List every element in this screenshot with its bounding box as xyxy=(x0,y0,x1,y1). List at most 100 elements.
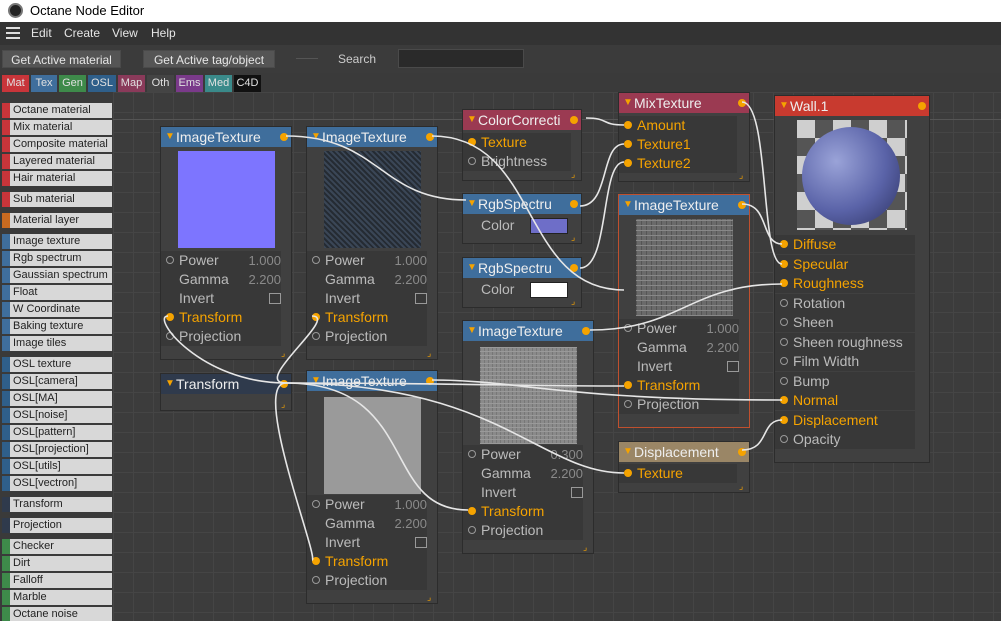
output-pin-icon[interactable] xyxy=(280,380,288,388)
color-swatch[interactable] xyxy=(530,218,568,234)
output-pin-icon[interactable] xyxy=(570,264,578,272)
resize-handle-icon[interactable]: ⌟ xyxy=(571,297,579,306)
sidebar-item-osl-vectron[interactable]: OSL[vectron] xyxy=(2,476,112,491)
node-rgb-spectrum-2[interactable]: ▼ RgbSpectru Color ⌟ xyxy=(462,257,582,308)
invert-checkbox[interactable] xyxy=(415,293,427,304)
projection-pin[interactable]: Projection xyxy=(307,327,427,346)
tab-med[interactable]: Med xyxy=(205,75,232,92)
tab-map[interactable]: Map xyxy=(118,75,145,92)
node-header[interactable]: ▼ ImageTexture xyxy=(307,371,437,391)
node-header[interactable]: ▼ Wall.1 xyxy=(775,96,929,116)
tab-gen[interactable]: Gen xyxy=(59,75,86,92)
collapse-triangle-icon[interactable]: ▼ xyxy=(165,374,175,394)
output-pin-icon[interactable] xyxy=(570,200,578,208)
sidebar-item-dirt[interactable]: Dirt xyxy=(2,556,112,571)
power-value[interactable]: 1.000 xyxy=(394,251,427,270)
collapse-triangle-icon[interactable]: ▼ xyxy=(467,110,477,130)
node-mix-texture[interactable]: ▼ MixTexture Amount Texture1 Texture2 ⌟ xyxy=(618,92,750,182)
sidebar-item-sub-material[interactable]: Sub material xyxy=(2,192,112,207)
collapse-triangle-icon[interactable]: ▼ xyxy=(467,194,477,214)
search-input[interactable] xyxy=(398,49,524,68)
collapse-triangle-icon[interactable]: ▼ xyxy=(165,127,175,147)
transform-pin[interactable]: Transform xyxy=(619,376,739,395)
sidebar-item-osl-projection[interactable]: OSL[projection] xyxy=(2,442,112,457)
menu-help[interactable]: Help xyxy=(151,26,176,40)
invert-checkbox[interactable] xyxy=(727,361,739,372)
sidebar-item-osl-utils[interactable]: OSL[utils] xyxy=(2,459,112,474)
power-pin[interactable]: Power 1.000 xyxy=(307,495,427,514)
sidebar-item-osl-noise[interactable]: OSL[noise] xyxy=(2,408,112,423)
gamma-pin[interactable]: Gamma 2.200 xyxy=(307,270,427,289)
sidebar-item-osl-ma[interactable]: OSL[MA] xyxy=(2,391,112,406)
node-header[interactable]: ▼ RgbSpectru xyxy=(463,194,581,214)
resize-handle-icon[interactable]: ⌟ xyxy=(583,543,591,552)
power-value[interactable]: 1.000 xyxy=(394,495,427,514)
node-transform[interactable]: ▼ Transform ⌟ xyxy=(160,373,292,411)
resize-handle-icon[interactable]: ⌟ xyxy=(281,349,289,358)
gamma-value[interactable]: 2.200 xyxy=(394,514,427,533)
sidebar-item-transform[interactable]: Transform xyxy=(2,497,112,512)
sidebar-item-float[interactable]: Float xyxy=(2,285,112,300)
material-pin-normal[interactable]: Normal xyxy=(775,391,915,410)
texture-pin[interactable]: Texture xyxy=(463,133,571,152)
gamma-pin[interactable]: Gamma 2.200 xyxy=(307,514,427,533)
invert-checkbox[interactable] xyxy=(571,487,583,498)
gamma-value[interactable]: 2.200 xyxy=(394,270,427,289)
material-pin-roughness[interactable]: Roughness xyxy=(775,274,915,293)
sidebar-item-falloff[interactable]: Falloff xyxy=(2,573,112,588)
menu-view[interactable]: View xyxy=(112,26,138,40)
material-pin-bump[interactable]: Bump xyxy=(775,371,915,391)
sidebar-item-osl-pattern[interactable]: OSL[pattern] xyxy=(2,425,112,440)
resize-handle-icon[interactable]: ⌟ xyxy=(427,349,435,358)
power-pin[interactable]: Power 0.300 xyxy=(463,445,583,464)
material-pin-rotation[interactable]: Rotation xyxy=(775,293,915,313)
sidebar-item-mix-material[interactable]: Mix material xyxy=(2,120,112,135)
sidebar-item-octane-material[interactable]: Octane material xyxy=(2,103,112,118)
texture1-pin[interactable]: Texture1 xyxy=(619,135,737,154)
node-header[interactable]: ▼ ImageTexture xyxy=(307,127,437,147)
resize-handle-icon[interactable]: ⌟ xyxy=(571,233,579,242)
output-pin-icon[interactable] xyxy=(426,133,434,141)
tab-c4d[interactable]: C4D xyxy=(234,75,261,92)
gamma-value[interactable]: 2.200 xyxy=(248,270,281,289)
amount-pin[interactable]: Amount xyxy=(619,116,737,135)
projection-pin[interactable]: Projection xyxy=(307,571,427,590)
node-header[interactable]: ▼ Displacement xyxy=(619,442,749,462)
texture-pin[interactable]: Texture xyxy=(619,464,737,483)
brightness-pin[interactable]: Brightness xyxy=(463,152,571,171)
invert-pin[interactable]: Invert xyxy=(307,289,427,308)
material-pin-displacement[interactable]: Displacement xyxy=(775,410,915,430)
tab-mat[interactable]: Mat xyxy=(2,75,29,92)
tab-tex[interactable]: Tex xyxy=(31,75,57,92)
node-material-wall[interactable]: ▼ Wall.1 Diffuse Specular Roughness Rotation… xyxy=(774,95,930,463)
collapse-triangle-icon[interactable]: ▼ xyxy=(623,442,633,462)
collapse-triangle-icon[interactable]: ▼ xyxy=(779,96,789,116)
transform-pin[interactable]: Transform xyxy=(307,308,427,327)
invert-pin[interactable]: Invert xyxy=(161,289,281,308)
sidebar-item-composite-material[interactable]: Composite material xyxy=(2,137,112,152)
invert-pin[interactable]: Invert xyxy=(619,357,739,376)
sidebar-item-hair-material[interactable]: Hair material xyxy=(2,171,112,186)
texture2-pin[interactable]: Texture2 xyxy=(619,154,737,173)
transform-pin[interactable]: Transform xyxy=(307,552,427,571)
sidebar-item-gaussian-spectrum[interactable]: Gaussian spectrum xyxy=(2,268,112,283)
node-image-texture-2[interactable]: ▼ ImageTexture Power 1.000 Gamma 2.200 Inve… xyxy=(306,126,438,360)
output-pin-icon[interactable] xyxy=(426,377,434,385)
material-pin-sheen[interactable]: Sheen xyxy=(775,313,915,332)
transform-pin[interactable]: Transform xyxy=(463,502,583,521)
transform-pin[interactable]: Transform xyxy=(161,308,281,327)
power-value[interactable]: 1.000 xyxy=(248,251,281,270)
node-header[interactable]: ▼ ImageTexture xyxy=(161,127,291,147)
gamma-value[interactable]: 2.200 xyxy=(706,338,739,357)
output-pin-icon[interactable] xyxy=(738,201,746,209)
node-header[interactable]: ▼ ColorCorrecti xyxy=(463,110,581,130)
sidebar-item-marble[interactable]: Marble xyxy=(2,590,112,605)
output-pin-icon[interactable] xyxy=(918,102,926,110)
get-active-material-button[interactable]: Get Active material xyxy=(2,50,121,68)
hamburger-menu-icon[interactable] xyxy=(6,27,20,39)
collapse-triangle-icon[interactable]: ▼ xyxy=(311,371,321,391)
menu-edit[interactable]: Edit xyxy=(31,26,52,40)
sidebar-item-checker[interactable]: Checker xyxy=(2,539,112,554)
sidebar-item-osl-camera[interactable]: OSL[camera] xyxy=(2,374,112,389)
output-pin-icon[interactable] xyxy=(582,327,590,335)
